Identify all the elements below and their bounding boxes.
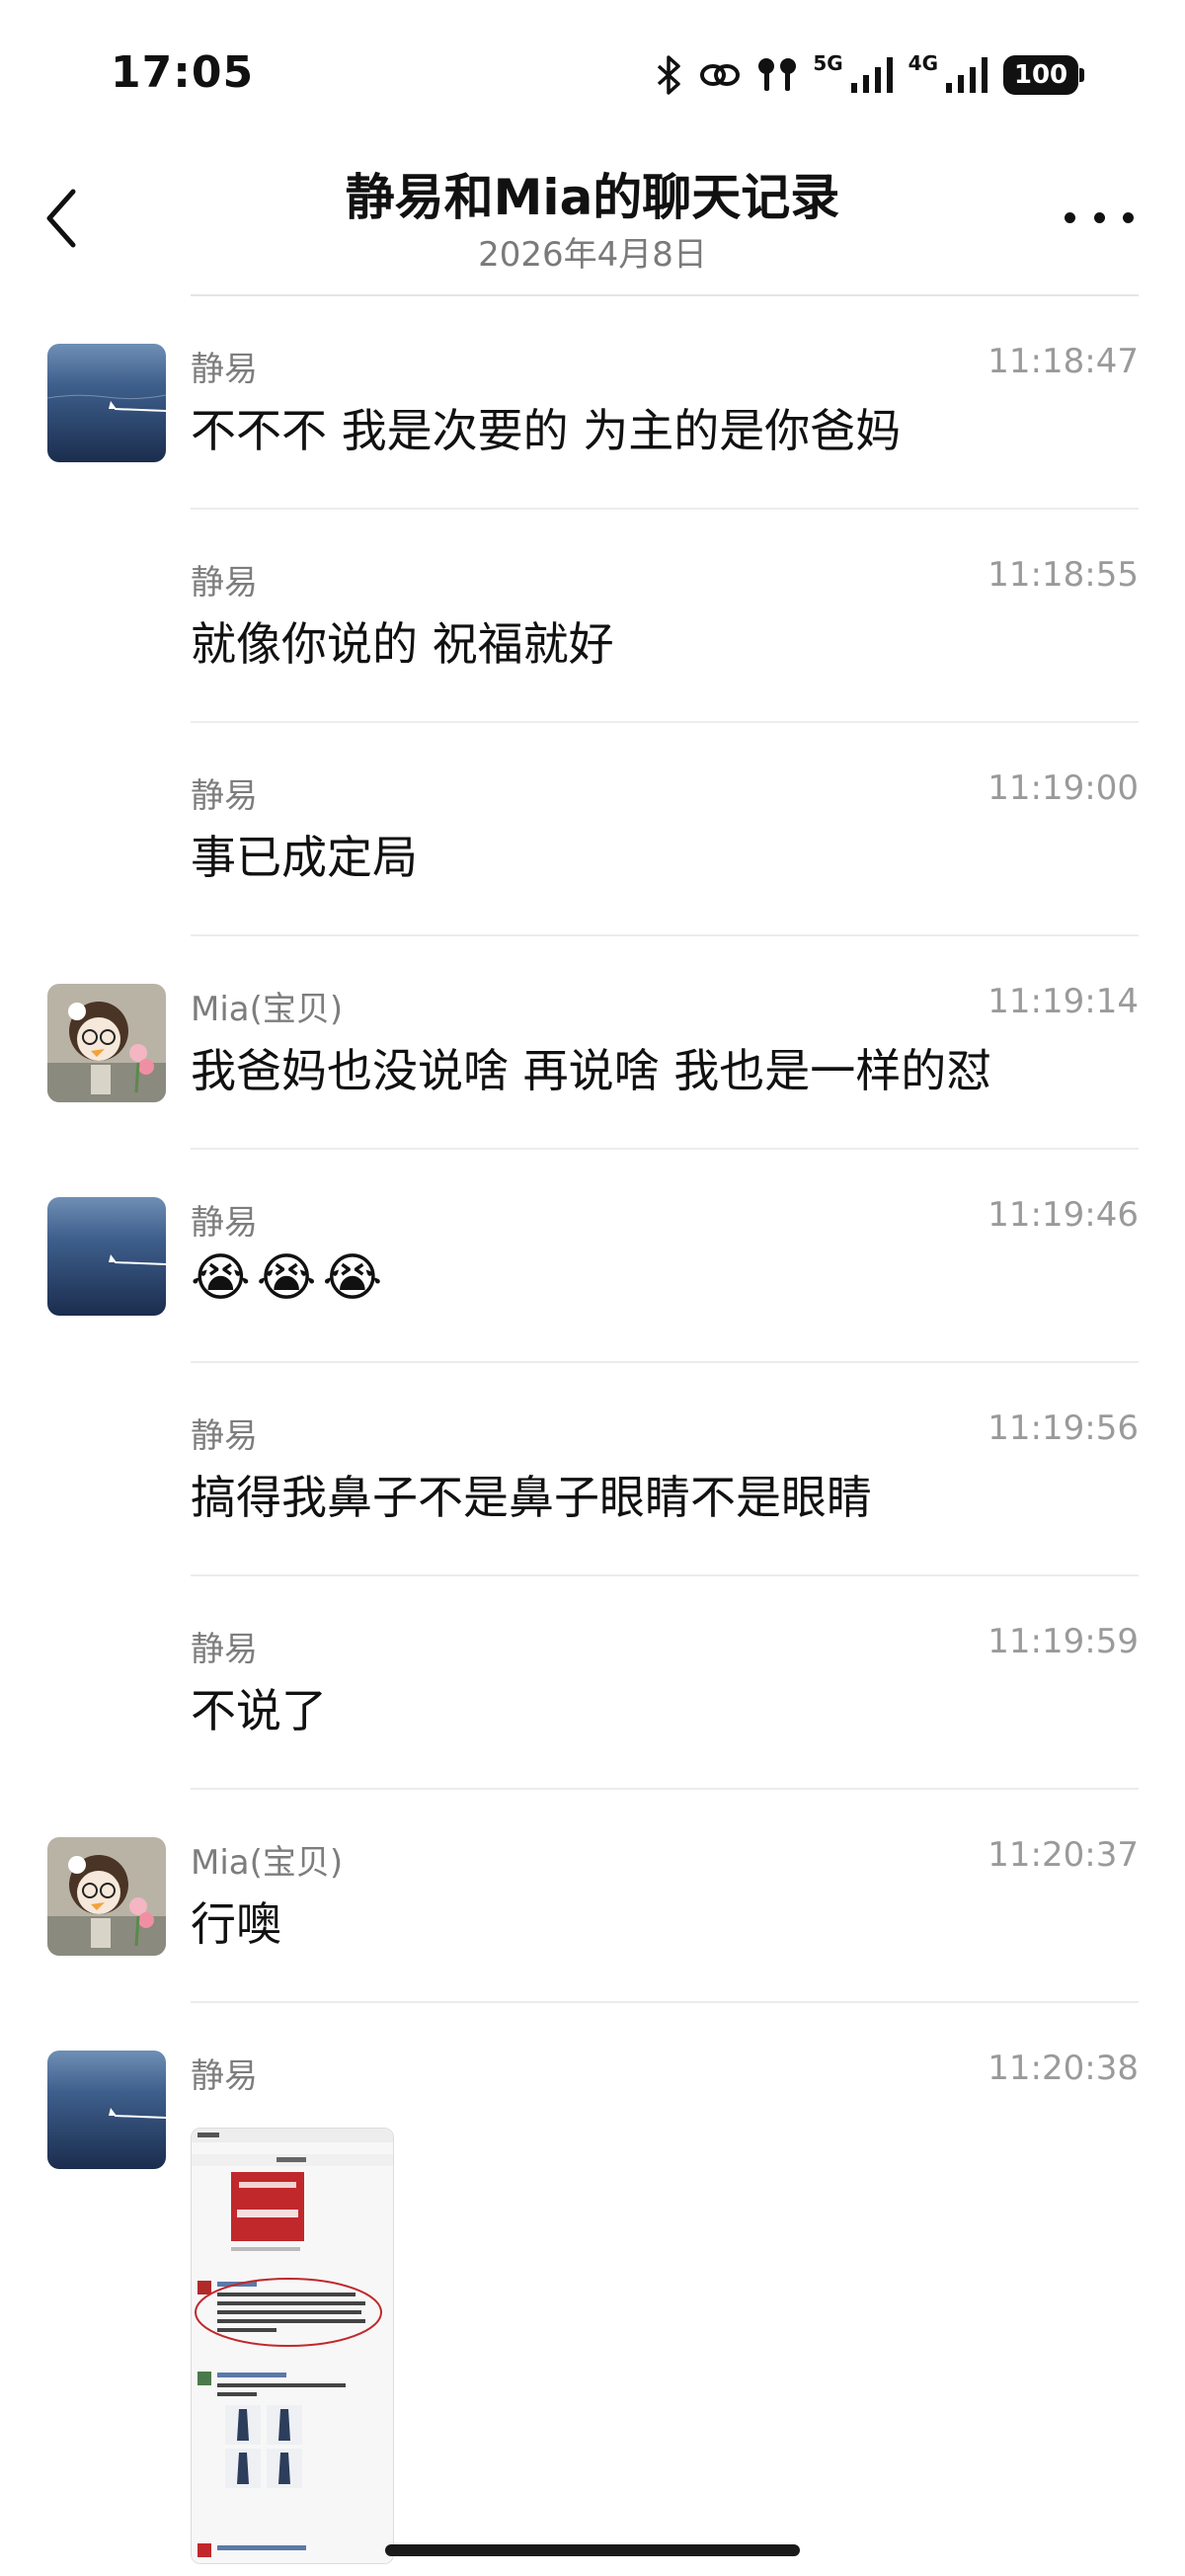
status-icons: 5G 4G 100 xyxy=(655,51,1084,99)
message-item[interactable]: 静易 11:19:00 事已成定局 xyxy=(0,723,1185,936)
sender-name: 静易 xyxy=(191,776,258,816)
message-item[interactable]: 静易 11:19:56 搞得我鼻子不是鼻子眼睛不是眼睛 xyxy=(0,1363,1185,1576)
crying-emoji: 😭 xyxy=(256,1248,317,1308)
signal-5g-icon xyxy=(850,57,895,93)
crying-emoji: 😭 xyxy=(191,1248,251,1308)
crying-emoji: 😭 xyxy=(322,1248,383,1308)
sender-name: 静易 xyxy=(191,1416,258,1456)
message-item[interactable]: 静易 11:19:46 😭 😭 😭 xyxy=(0,1150,1185,1363)
message-text: 事已成定局 xyxy=(191,831,418,884)
message-text: 我爸妈也没说啥 再说啥 我也是一样的怼 xyxy=(191,1044,992,1097)
message-text: 不说了 xyxy=(191,1684,327,1737)
message-time: 11:20:38 xyxy=(988,2049,1139,2088)
message-text: 不不不 我是次要的 为主的是你爸妈 xyxy=(191,404,902,457)
message-time: 11:19:00 xyxy=(988,768,1139,808)
doll-avatar[interactable] xyxy=(47,1837,166,1956)
battery-level: 100 xyxy=(1013,60,1068,90)
message-time: 11:19:14 xyxy=(988,982,1139,1021)
message-time: 11:19:59 xyxy=(988,1622,1139,1661)
sender-name: 静易 xyxy=(191,350,258,389)
message-item[interactable]: Mia(宝贝) 11:19:14 我爸妈也没说啥 再说啥 我也是一样的怼 xyxy=(0,936,1185,1150)
message-item[interactable]: 静易 11:18:55 就像你说的 祝福就好 xyxy=(0,510,1185,723)
chat-record-header: 静易和Mia的聊天记录 2026年4月8日 xyxy=(0,148,1185,296)
message-time: 11:20:37 xyxy=(988,1835,1139,1875)
more-dots-icon xyxy=(1065,211,1134,223)
message-item[interactable]: 静易 11:18:47 不不不 我是次要的 为主的是你爸妈 xyxy=(0,296,1185,510)
sender-name: Mia(宝贝) xyxy=(191,990,344,1029)
net-5g-label: 5G xyxy=(813,51,843,75)
sender-name: 静易 xyxy=(191,2056,258,2096)
ocean-avatar[interactable] xyxy=(47,2051,166,2169)
message-item[interactable]: Mia(宝贝) 11:20:37 行噢 xyxy=(0,1790,1185,2003)
doll-avatar[interactable] xyxy=(47,984,166,1102)
signal-4g-icon xyxy=(946,57,989,93)
message-time: 11:18:47 xyxy=(988,342,1139,381)
message-time: 11:18:55 xyxy=(988,555,1139,595)
sender-name: 静易 xyxy=(191,1203,258,1243)
home-indicator[interactable] xyxy=(385,2544,800,2556)
page-title: 静易和Mia的聊天记录 xyxy=(345,169,840,226)
sender-name: 静易 xyxy=(191,563,258,603)
ocean-avatar[interactable] xyxy=(47,344,166,462)
more-button[interactable] xyxy=(1065,198,1134,237)
record-date: 2026年4月8日 xyxy=(478,235,707,275)
emoji-row: 😭 😭 😭 xyxy=(191,1248,382,1308)
sender-name: 静易 xyxy=(191,1630,258,1669)
image-message-thumbnail[interactable] xyxy=(191,2128,394,2564)
earbuds-icon xyxy=(755,55,799,95)
message-text: 搞得我鼻子不是鼻子眼睛不是眼睛 xyxy=(191,1471,872,1524)
message-time: 11:19:56 xyxy=(988,1409,1139,1448)
ocean-avatar[interactable] xyxy=(47,1197,166,1316)
status-time: 17:05 xyxy=(111,47,255,98)
message-text: 行噢 xyxy=(191,1897,281,1951)
battery-icon: 100 xyxy=(1003,55,1084,95)
message-text: 就像你说的 祝福就好 xyxy=(191,617,614,671)
status-bar: 17:05 5G 4G 100 xyxy=(0,0,1185,148)
message-time: 11:19:46 xyxy=(988,1195,1139,1235)
sender-name: Mia(宝贝) xyxy=(191,1843,344,1883)
bluetooth-icon xyxy=(655,54,684,96)
message-item[interactable]: 静易 11:19:59 不说了 xyxy=(0,1576,1185,1790)
net-4g-label: 4G xyxy=(908,51,938,75)
link-icon xyxy=(698,57,742,93)
message-item[interactable]: 静易 11:20:38 xyxy=(0,2003,1185,2576)
